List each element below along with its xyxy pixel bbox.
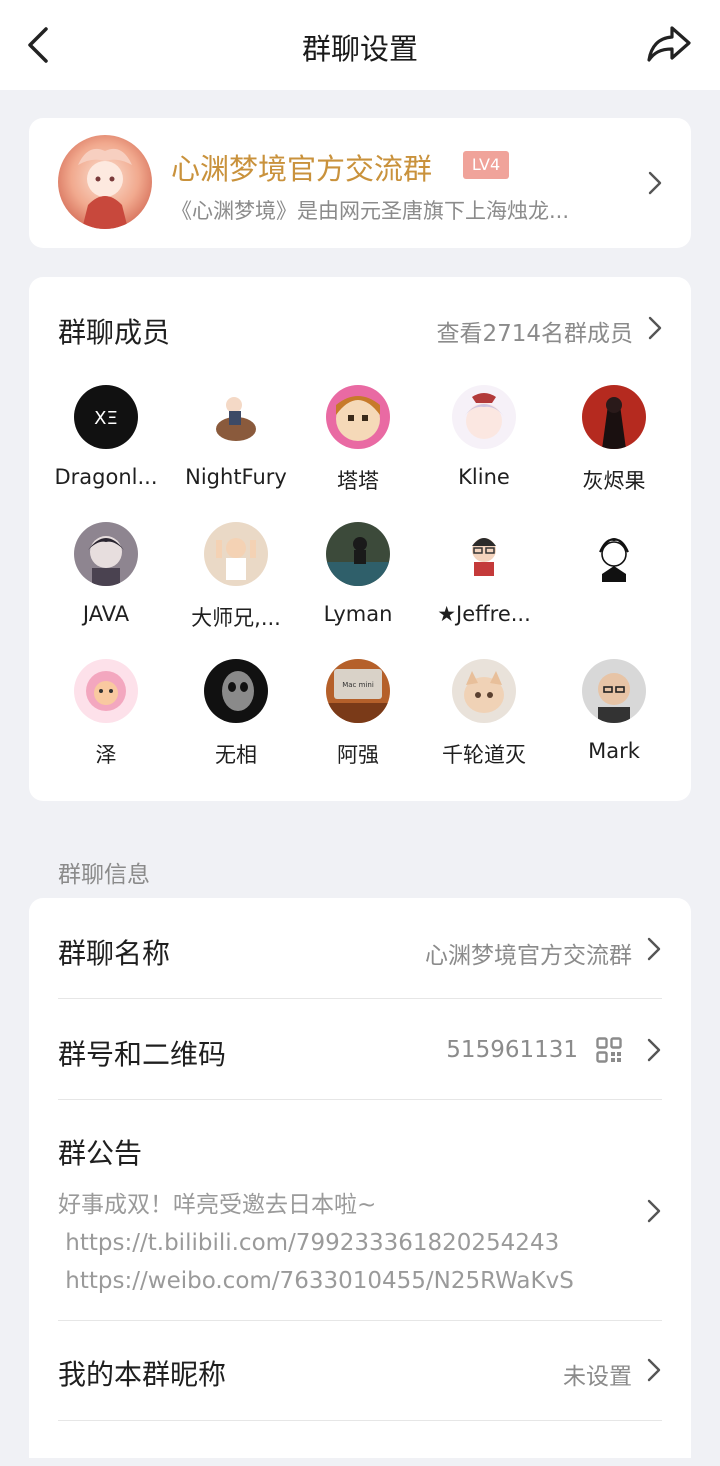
member-item[interactable] xyxy=(549,522,679,602)
member-name: 灰烬果 xyxy=(582,469,646,493)
section-label-group-info: 群聊信息 xyxy=(58,862,150,888)
group-level-badge: LV4 xyxy=(463,151,509,179)
member-name: Mark xyxy=(588,739,640,763)
chevron-right-icon xyxy=(647,1358,661,1382)
group-info-card: 群聊名称 心渊梦境官方交流群 群号和二维码 515961131 群公告 好事成双… xyxy=(29,898,691,1458)
member-name: 泽 xyxy=(95,743,117,767)
members-card: 群聊成员 查看2714名群成员 XΞ Dragonl... NightFury … xyxy=(29,277,691,801)
member-name: Kline xyxy=(458,465,510,489)
member-avatar xyxy=(74,522,138,586)
page-title: 群聊设置 xyxy=(301,32,418,66)
chevron-right-icon xyxy=(647,1038,661,1062)
my-nickname-value: 未设置 xyxy=(563,1364,632,1390)
member-item[interactable]: ★Jeffre... xyxy=(419,522,549,626)
member-avatar xyxy=(204,659,268,723)
group-name-row[interactable]: 群聊名称 心渊梦境官方交流群 xyxy=(58,898,662,998)
member-name: NightFury xyxy=(185,465,287,489)
notice-link[interactable]: https://weibo.com/7633010455/N25RWaKvS xyxy=(58,1262,574,1300)
svg-text:XΞ: XΞ xyxy=(94,408,118,429)
member-avatar xyxy=(582,659,646,723)
group-name-label: 群聊名称 xyxy=(58,937,171,970)
member-item[interactable]: Lyman xyxy=(293,522,423,626)
member-avatar xyxy=(326,385,390,449)
group-notice-row[interactable]: 群公告 好事成双！咩亮受邀去日本啦~ https://t.bilibili.co… xyxy=(58,1100,662,1320)
group-name: 心渊梦境官方交流群 xyxy=(171,152,433,186)
member-avatar xyxy=(452,522,516,586)
member-avatar xyxy=(326,522,390,586)
member-avatar: Mac mini xyxy=(326,659,390,723)
member-avatar xyxy=(204,522,268,586)
group-description: 《心渊梦境》是由网元圣唐旗下上海烛龙... xyxy=(171,199,570,223)
member-name: 阿强 xyxy=(337,743,379,767)
member-item[interactable]: Mark xyxy=(549,659,679,763)
member-avatar xyxy=(582,385,646,449)
group-id-label: 群号和二维码 xyxy=(58,1038,227,1071)
divider xyxy=(58,1420,662,1421)
member-item[interactable]: 泽 xyxy=(41,659,171,769)
member-name: 无相 xyxy=(215,743,257,767)
member-item[interactable]: 千轮道灭 xyxy=(419,659,549,769)
member-avatar xyxy=(204,385,268,449)
member-avatar xyxy=(74,659,138,723)
group-name-value: 心渊梦境官方交流群 xyxy=(425,943,632,969)
view-all-members-link[interactable]: 查看2714名群成员 xyxy=(436,314,633,348)
member-name: ★Jeffre... xyxy=(437,602,531,626)
member-item[interactable]: Mac mini 阿强 xyxy=(293,659,423,769)
my-nickname-label: 我的本群昵称 xyxy=(58,1358,227,1391)
group-notice-label: 群公告 xyxy=(58,1137,143,1170)
member-item[interactable]: 大师兄,... xyxy=(171,522,301,632)
chevron-right-icon[interactable] xyxy=(647,315,663,341)
member-name: 塔塔 xyxy=(337,469,379,493)
group-id-qr-row[interactable]: 群号和二维码 515961131 xyxy=(58,999,662,1099)
member-avatar xyxy=(452,659,516,723)
member-item[interactable]: 塔塔 xyxy=(293,385,423,495)
member-item[interactable]: XΞ Dragonl... xyxy=(41,385,171,489)
member-name: JAVA xyxy=(82,602,130,626)
notice-line: 好事成双！咩亮受邀去日本啦~ xyxy=(58,1192,377,1218)
member-name: Lyman xyxy=(323,602,393,626)
member-item[interactable]: 无相 xyxy=(171,659,301,769)
chevron-right-icon xyxy=(648,171,662,195)
member-avatar: XΞ xyxy=(74,385,138,449)
svg-text:Mac mini: Mac mini xyxy=(342,681,374,689)
notice-link[interactable]: https://t.bilibili.com/79923336182025424… xyxy=(58,1224,574,1262)
group-notice-content: 好事成双！咩亮受邀去日本啦~ https://t.bilibili.com/79… xyxy=(58,1186,574,1300)
chevron-right-icon xyxy=(647,1199,661,1223)
share-icon[interactable] xyxy=(646,24,692,64)
member-item[interactable]: JAVA xyxy=(41,522,171,626)
top-bar: 群聊设置 xyxy=(0,0,720,90)
member-name: Dragonl... xyxy=(54,465,158,489)
my-nickname-row[interactable]: 我的本群昵称 未设置 xyxy=(58,1321,662,1421)
qr-code-icon xyxy=(596,1037,622,1063)
group-profile-card[interactable]: 心渊梦境官方交流群 LV4 《心渊梦境》是由网元圣唐旗下上海烛龙... xyxy=(29,118,691,248)
member-item[interactable]: Kline xyxy=(419,385,549,489)
members-title: 群聊成员 xyxy=(58,316,171,349)
member-avatar xyxy=(452,385,516,449)
chevron-right-icon xyxy=(647,937,661,961)
member-item[interactable]: NightFury xyxy=(171,385,301,489)
member-name: 大师兄,... xyxy=(191,606,281,630)
group-avatar xyxy=(58,135,152,229)
member-name: 千轮道灭 xyxy=(442,743,526,767)
member-item[interactable]: 灰烬果 xyxy=(549,385,679,495)
group-id-value: 515961131 xyxy=(446,1037,578,1063)
member-avatar xyxy=(582,522,646,586)
